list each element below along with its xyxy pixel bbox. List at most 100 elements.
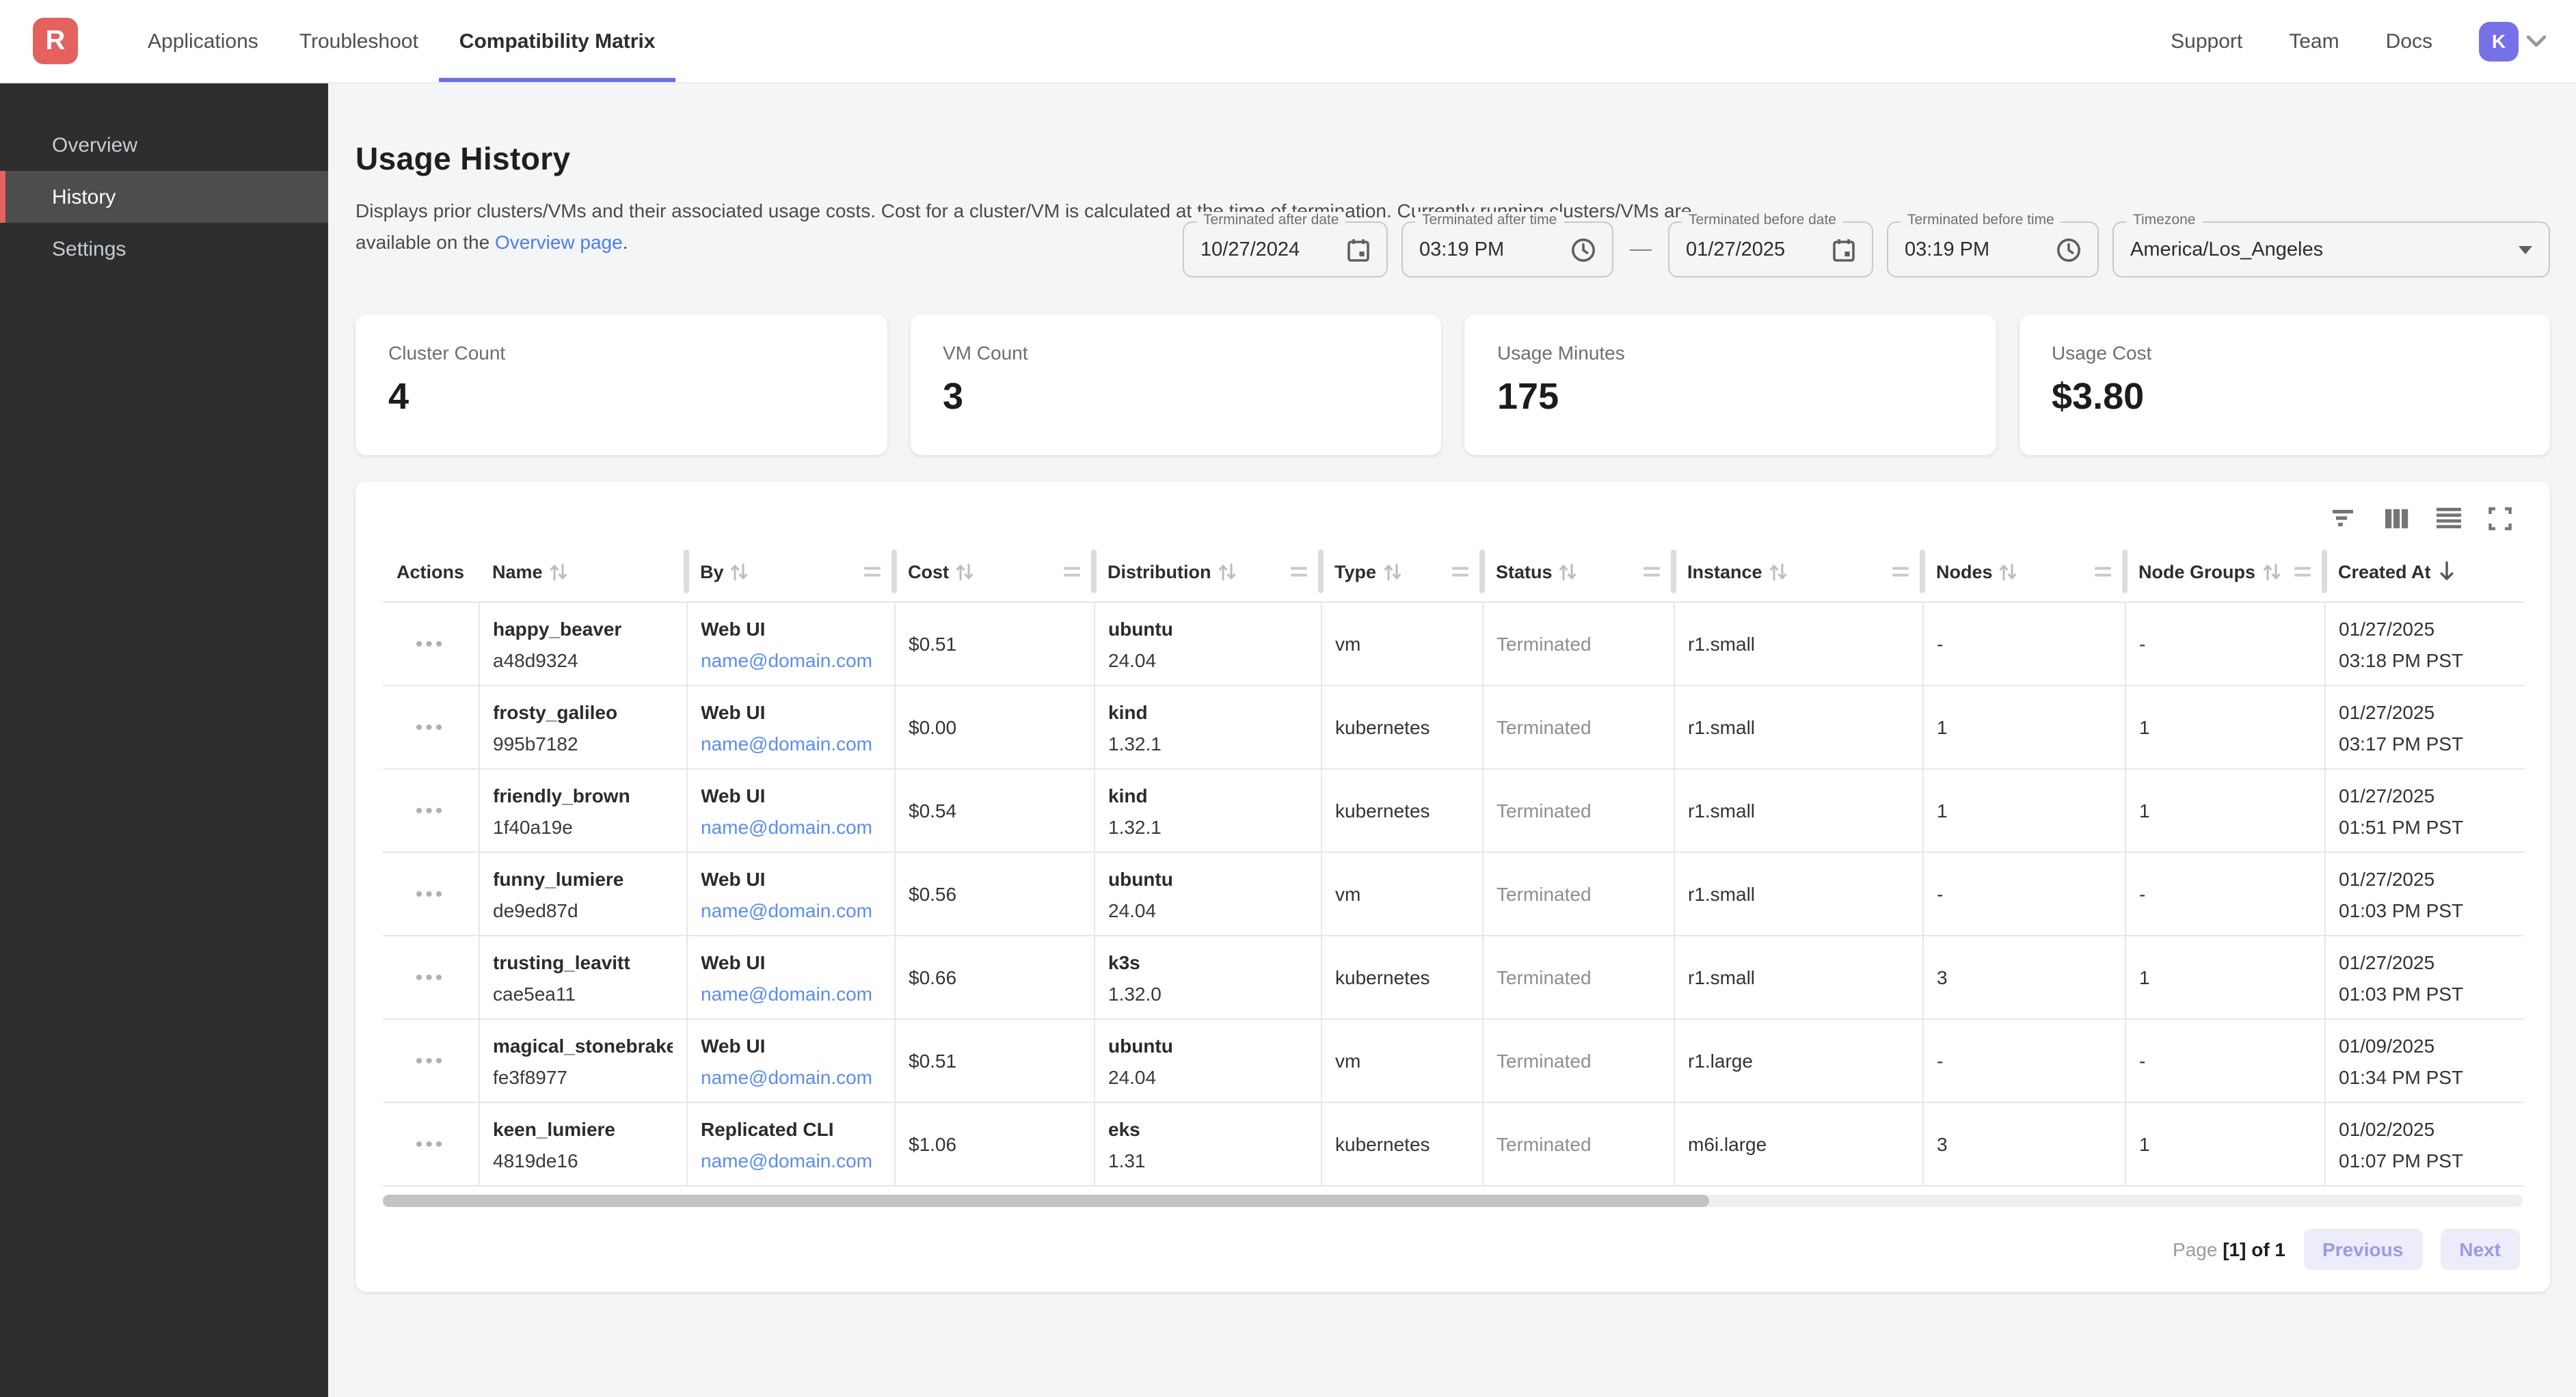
sort-desc-icon[interactable] — [2438, 561, 2456, 583]
created-by-email-link[interactable]: name@domain.com — [701, 649, 872, 671]
replicated-logo[interactable]: R — [33, 18, 78, 64]
row-actions-button[interactable]: ••• — [416, 800, 446, 823]
row-actions-button[interactable]: ••• — [416, 1050, 446, 1073]
terminated-after-date-input[interactable]: Terminated after date 10/27/2024 — [1183, 222, 1388, 278]
table-toolbar — [383, 498, 2523, 539]
clock-icon[interactable] — [2056, 238, 2081, 262]
sort-icon[interactable] — [1769, 562, 1787, 582]
tab-compatibility-matrix[interactable]: Compatibility Matrix — [439, 0, 676, 82]
timezone-select[interactable]: Timezone America/Los_Angeles — [2112, 222, 2550, 278]
column-drag-handle[interactable] — [1892, 563, 1909, 580]
column-label: Actions — [397, 562, 464, 582]
created-time: 01:03 PM PST — [2339, 983, 2510, 1005]
column-drag-handle[interactable] — [2095, 563, 2111, 580]
column-drag-handle[interactable] — [1291, 563, 1307, 580]
sidebar: Overview History Settings — [0, 83, 328, 1397]
status-badge: Terminated — [1497, 1050, 1592, 1072]
created-by-email-link[interactable]: name@domain.com — [701, 816, 872, 838]
clock-icon[interactable] — [1571, 238, 1596, 262]
sort-icon[interactable] — [1383, 562, 1401, 582]
cluster-id: 4819de16 — [493, 1150, 672, 1171]
sort-icon[interactable] — [2000, 562, 2017, 582]
created-by-email-link[interactable]: name@domain.com — [701, 1150, 872, 1171]
row-actions-button[interactable]: ••• — [416, 883, 446, 906]
column-drag-handle[interactable] — [1452, 563, 1468, 580]
distribution-version: 1.32.1 — [1108, 733, 1306, 755]
distribution-version: 1.32.0 — [1108, 983, 1306, 1005]
stat-label: Cluster Count — [388, 342, 854, 364]
terminated-after-time-label: Terminated after time — [1415, 213, 1564, 229]
created-by-email-link[interactable]: name@domain.com — [701, 983, 872, 1005]
tab-applications[interactable]: Applications — [127, 0, 279, 82]
account-menu[interactable]: K — [2479, 21, 2546, 61]
column-header-instance[interactable]: Instance — [1674, 542, 1922, 603]
column-header-created-at[interactable]: Created At — [2324, 542, 2524, 603]
sort-icon[interactable] — [1218, 562, 1236, 582]
cell-actions: ••• — [383, 770, 479, 853]
show-hide-columns-icon[interactable] — [2385, 508, 2409, 529]
column-drag-handle[interactable] — [2294, 563, 2311, 580]
column-header-cost[interactable]: Cost — [894, 542, 1094, 603]
calendar-icon[interactable] — [1347, 238, 1370, 262]
filter-bar: Terminated after date 10/27/2024 Termina… — [355, 222, 2550, 278]
sidebar-item-overview[interactable]: Overview — [0, 119, 328, 171]
overview-page-link[interactable]: Overview page — [495, 230, 623, 252]
column-header-type[interactable]: Type — [1321, 542, 1482, 603]
terminated-before-date-input[interactable]: Terminated before date 01/27/2025 — [1668, 222, 1873, 278]
select-arrow-icon — [2519, 246, 2532, 254]
calendar-icon[interactable] — [1832, 238, 1855, 262]
nav-link-team[interactable]: Team — [2289, 29, 2339, 53]
terminated-after-date-value: 10/27/2024 — [1200, 239, 1300, 261]
tab-troubleshoot[interactable]: Troubleshoot — [279, 0, 439, 82]
nav-link-support[interactable]: Support — [2171, 29, 2242, 53]
column-header-distribution[interactable]: Distribution — [1094, 542, 1321, 603]
sort-icon[interactable] — [731, 562, 749, 582]
horizontal-scrollbar-track[interactable] — [383, 1195, 2523, 1208]
created-by-email-link[interactable]: name@domain.com — [701, 733, 872, 755]
column-header-by[interactable]: By — [686, 542, 894, 603]
column-drag-handle[interactable] — [1643, 563, 1660, 580]
created-by-email-link[interactable]: name@domain.com — [701, 1066, 872, 1088]
cluster-id: fe3f8977 — [493, 1066, 672, 1088]
filter-icon[interactable] — [2331, 508, 2357, 530]
column-drag-handle[interactable] — [864, 563, 881, 580]
terminated-before-time-input[interactable]: Terminated before time 03:19 PM — [1887, 222, 2099, 278]
cell-actions: ••• — [383, 1020, 479, 1103]
cell-node-groups: 1 — [2125, 770, 2324, 853]
column-header-nodes[interactable]: Nodes — [1922, 542, 2125, 603]
cell-status: Terminated — [1482, 686, 1674, 770]
column-label: Instance — [1687, 562, 1762, 582]
stat-value: $3.80 — [2052, 377, 2517, 419]
fullscreen-icon[interactable] — [2488, 507, 2512, 530]
next-page-button[interactable]: Next — [2440, 1230, 2520, 1271]
terminated-before-date-label: Terminated before date — [1682, 213, 1843, 229]
column-header-name[interactable]: Name — [479, 542, 686, 603]
column-header-status[interactable]: Status — [1482, 542, 1674, 603]
sort-icon[interactable] — [956, 562, 974, 582]
column-header-node-groups[interactable]: Node Groups — [2125, 542, 2324, 603]
sort-icon[interactable] — [1559, 562, 1577, 582]
sort-icon[interactable] — [2262, 562, 2280, 582]
sort-icon[interactable] — [550, 562, 567, 582]
nav-tabs: Applications Troubleshoot Compatibility … — [127, 0, 676, 82]
row-actions-button[interactable]: ••• — [416, 633, 446, 656]
row-actions-button[interactable]: ••• — [416, 716, 446, 740]
previous-page-button[interactable]: Previous — [2303, 1230, 2422, 1271]
cell-status: Terminated — [1482, 853, 1674, 936]
terminated-after-time-input[interactable]: Terminated after time 03:19 PM — [1401, 222, 1613, 278]
created-by-email-link[interactable]: name@domain.com — [701, 899, 872, 921]
row-actions-button[interactable]: ••• — [416, 966, 446, 990]
sidebar-item-settings[interactable]: Settings — [0, 223, 328, 275]
sidebar-item-history[interactable]: History — [0, 171, 328, 223]
cluster-name: keen_lumiere — [493, 1118, 672, 1140]
cell-distribution: kind1.32.1 — [1094, 686, 1321, 770]
stat-label: VM Count — [943, 342, 1408, 364]
stat-label: Usage Minutes — [1497, 342, 1963, 364]
column-drag-handle[interactable] — [1064, 563, 1080, 580]
status-badge: Terminated — [1497, 800, 1592, 822]
distribution-version: 24.04 — [1108, 1066, 1306, 1088]
horizontal-scrollbar-thumb[interactable] — [383, 1195, 1710, 1208]
row-actions-button[interactable]: ••• — [416, 1133, 446, 1156]
density-icon[interactable] — [2437, 508, 2461, 530]
nav-link-docs[interactable]: Docs — [2386, 29, 2432, 53]
